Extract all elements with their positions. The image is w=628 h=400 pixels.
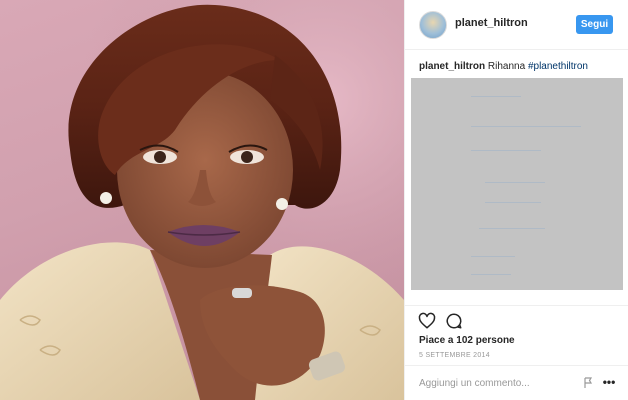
post-side-panel: planet_hiltron Segui planet_hiltron Riha… (404, 0, 628, 400)
header-username[interactable]: planet_hiltron (455, 17, 528, 29)
comment-bubble-icon[interactable] (445, 312, 463, 330)
more-options-icon[interactable]: ••• (601, 375, 617, 389)
heart-icon[interactable] (418, 312, 436, 330)
post-header: planet_hiltron Segui (405, 0, 628, 50)
caption-hashtag[interactable]: #planethiltron (528, 61, 588, 72)
post-date: 5 SETTEMBRE 2014 (419, 352, 490, 359)
post-actions (405, 305, 628, 335)
faint-text-line (471, 256, 515, 257)
faint-text-line (471, 126, 581, 127)
comment-bar: ••• (405, 365, 628, 400)
faint-text-line (479, 228, 545, 229)
comment-input[interactable] (419, 374, 569, 392)
faint-text-line (471, 274, 511, 275)
faint-text-line (485, 202, 541, 203)
faint-text-line (485, 182, 545, 183)
follow-button[interactable]: Segui (576, 15, 613, 34)
flag-icon[interactable] (583, 377, 595, 389)
post-caption: planet_hiltron Rihanna #planethiltron (419, 60, 619, 73)
faint-text-line (471, 96, 521, 97)
likes-count[interactable]: Piace a 102 persone (419, 335, 515, 346)
user-avatar[interactable] (419, 11, 447, 39)
redacted-comments-block (411, 78, 623, 290)
faint-text-line (471, 150, 541, 151)
caption-username[interactable]: planet_hiltron (419, 61, 485, 72)
post-photo[interactable] (0, 0, 404, 400)
portrait-illustration (0, 0, 404, 400)
caption-text: Rihanna (487, 61, 526, 72)
